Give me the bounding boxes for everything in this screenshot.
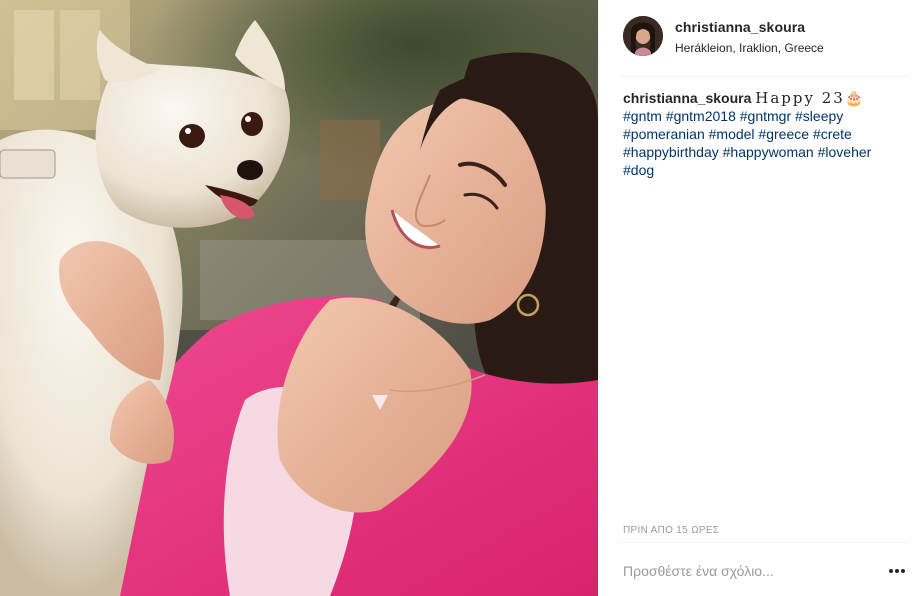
hashtag-list: #gntm #gntm2018 #gntmgr #sleepy #pomeran… xyxy=(623,108,871,178)
hashtag-link[interactable]: #loveher xyxy=(818,144,872,160)
hashtag-link[interactable]: #gntm2018 xyxy=(666,108,736,124)
hashtag-link[interactable]: #happywoman xyxy=(723,144,814,160)
author-username-link[interactable]: christianna_skoura xyxy=(675,19,824,35)
avatar[interactable] xyxy=(623,16,663,56)
hashtag-link[interactable]: #gntmgr xyxy=(740,108,791,124)
avatar-image xyxy=(623,16,663,56)
hashtag-link[interactable]: #gntm xyxy=(623,108,662,124)
hashtag-link[interactable]: #sleepy xyxy=(795,108,843,124)
hashtag-link[interactable]: #dog xyxy=(623,162,654,178)
hashtag-link[interactable]: #pomeranian xyxy=(623,126,705,142)
hashtag-link[interactable]: #crete xyxy=(813,126,852,142)
comment-row xyxy=(623,556,909,586)
post-header: christianna_skoura Heráklеion, Iraklion,… xyxy=(623,16,908,76)
hashtag-link[interactable]: #happybirthday xyxy=(623,144,719,160)
more-options-icon xyxy=(889,569,905,573)
more-options-button[interactable] xyxy=(885,559,909,583)
comment-input[interactable] xyxy=(623,563,885,579)
caption-text: Happy 23🎂 xyxy=(755,89,866,107)
hashtag-link[interactable]: #greece xyxy=(758,126,809,142)
location-link[interactable]: Heráklеion, Iraklion, Greece xyxy=(675,41,824,55)
post-caption: christianna_skoura Happy 23🎂 #gntm #gntm… xyxy=(623,89,903,179)
instagram-post: christianna_skoura Heráklеion, Iraklion,… xyxy=(0,0,921,596)
divider xyxy=(621,76,909,77)
post-timestamp[interactable]: ΠΡΙΝ ΑΠΟ 15 ΩΡΕΣ xyxy=(623,525,719,536)
header-text: christianna_skoura Heráklеion, Iraklion,… xyxy=(675,19,824,55)
caption-username-link[interactable]: christianna_skoura xyxy=(623,90,751,106)
hashtag-link[interactable]: #model xyxy=(709,126,755,142)
photo-illustration xyxy=(0,0,598,596)
divider xyxy=(621,542,909,543)
post-side-panel: christianna_skoura Heráklеion, Iraklion,… xyxy=(598,0,921,596)
post-photo[interactable] xyxy=(0,0,598,596)
